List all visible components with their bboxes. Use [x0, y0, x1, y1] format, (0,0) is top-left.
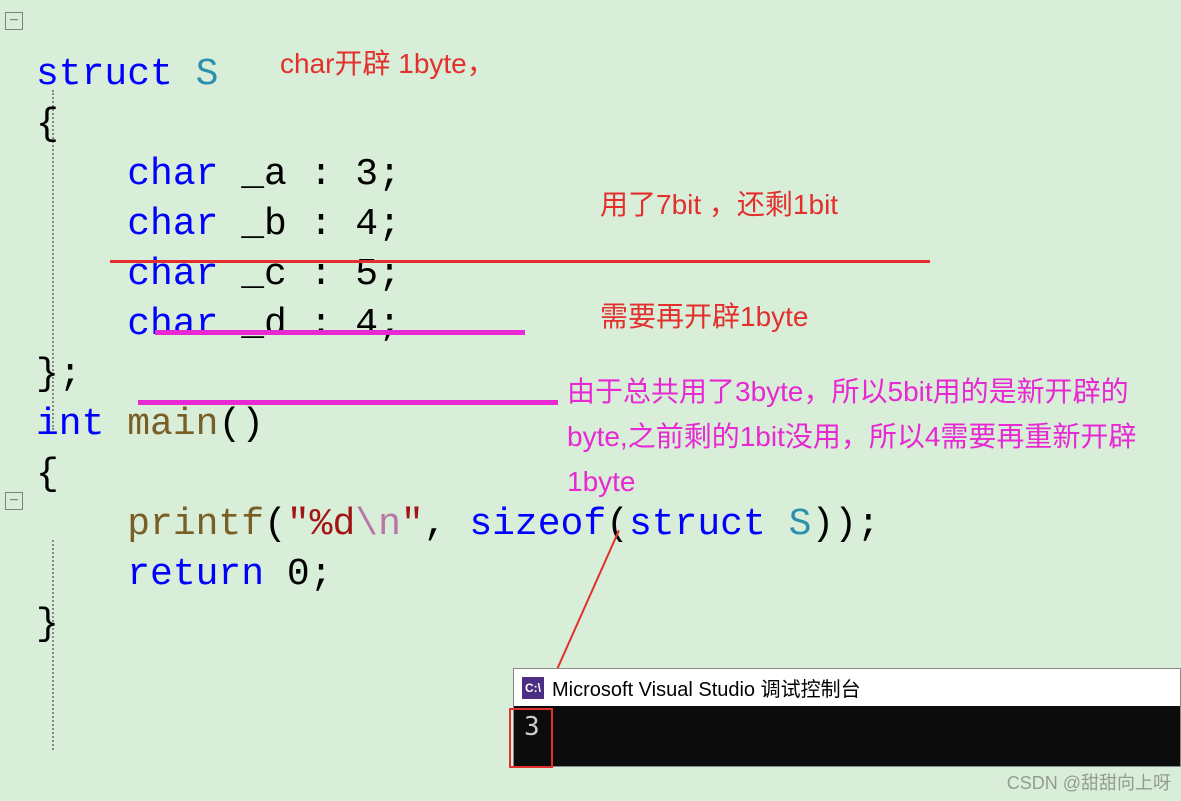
code-line: return 0;: [36, 553, 332, 596]
watermark: CSDN @甜甜向上呀: [1007, 769, 1171, 795]
fold-icon[interactable]: −: [5, 492, 23, 510]
code-line: int main(): [36, 403, 264, 446]
code-line: {: [36, 453, 59, 496]
code-line: char _a : 3;: [36, 153, 401, 196]
annotation: 由于总共用了3byte，所以5bit用的是新开辟的byte,之前剩的1bit没用…: [567, 370, 1167, 504]
code-line: };: [36, 353, 82, 396]
console-title: Microsoft Visual Studio 调试控制台: [552, 673, 861, 702]
annotation: 用了7bit ，还剩1bit: [600, 183, 838, 228]
underline: [110, 260, 930, 263]
code-line: struct S: [36, 53, 218, 96]
gutter: − −: [0, 0, 36, 801]
fold-icon[interactable]: −: [5, 12, 23, 30]
console-titlebar: C:\ Microsoft Visual Studio 调试控制台: [514, 669, 1180, 706]
annotation: 需要再开辟1byte: [600, 295, 809, 340]
annotation: char开辟 1byte，: [280, 42, 495, 87]
code-line: char _b : 4;: [36, 203, 401, 246]
code-line: char _d : 4;: [36, 303, 401, 346]
console-output: 3: [514, 706, 1180, 766]
underline: [155, 330, 525, 335]
code-line: {: [36, 103, 59, 146]
console-icon: C:\: [522, 677, 544, 699]
console-window: C:\ Microsoft Visual Studio 调试控制台 3: [513, 668, 1181, 767]
code-line: printf("%d\n", sizeof(struct S));: [36, 503, 880, 546]
code-line: }: [36, 603, 59, 646]
underline: [138, 400, 558, 405]
